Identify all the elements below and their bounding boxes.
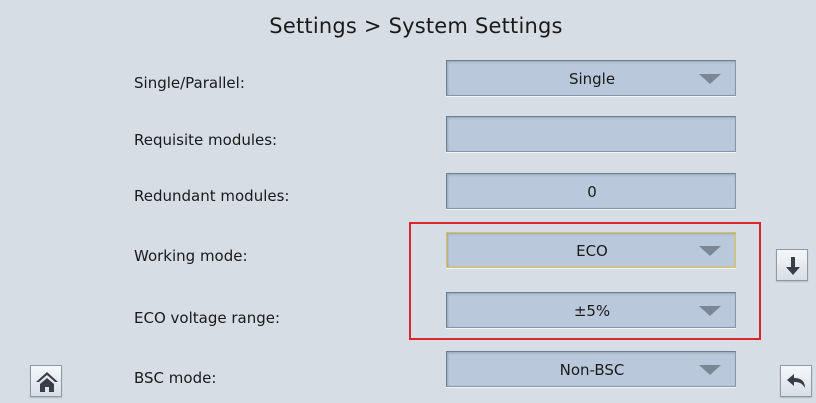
requisite-modules-label: Requisite modules:	[134, 131, 278, 149]
redundant-modules-value: 0	[587, 183, 597, 201]
bsc-mode-value: Non-BSC	[559, 361, 625, 379]
redundant-modules-label: Redundant modules:	[134, 187, 290, 205]
single-parallel-dropdown[interactable]: Single	[446, 60, 736, 96]
arrow-down-icon	[786, 257, 800, 275]
page-title: Settings > System Settings	[269, 14, 563, 38]
single-parallel-label: Single/Parallel:	[134, 74, 245, 92]
single-parallel-value: Single	[568, 70, 616, 88]
redundant-modules-field[interactable]: 0	[446, 173, 736, 209]
back-button[interactable]	[780, 365, 812, 397]
bsc-mode-label: BSC mode:	[134, 369, 217, 387]
requisite-modules-field[interactable]	[446, 116, 736, 152]
home-button[interactable]	[30, 365, 62, 397]
home-icon	[36, 372, 58, 392]
dropdown-arrow-icon	[699, 365, 721, 375]
working-mode-label: Working mode:	[134, 247, 248, 265]
back-icon	[787, 374, 805, 388]
requisite-modules-value	[447, 117, 737, 153]
highlight-box	[409, 222, 761, 340]
bsc-mode-dropdown[interactable]: Non-BSC	[446, 351, 736, 387]
settings-panel: Settings > System Settings Single/Parall…	[0, 0, 816, 403]
scroll-down-button[interactable]	[776, 249, 808, 281]
eco-voltage-range-label: ECO voltage range:	[134, 309, 281, 327]
dropdown-arrow-icon	[699, 74, 721, 84]
